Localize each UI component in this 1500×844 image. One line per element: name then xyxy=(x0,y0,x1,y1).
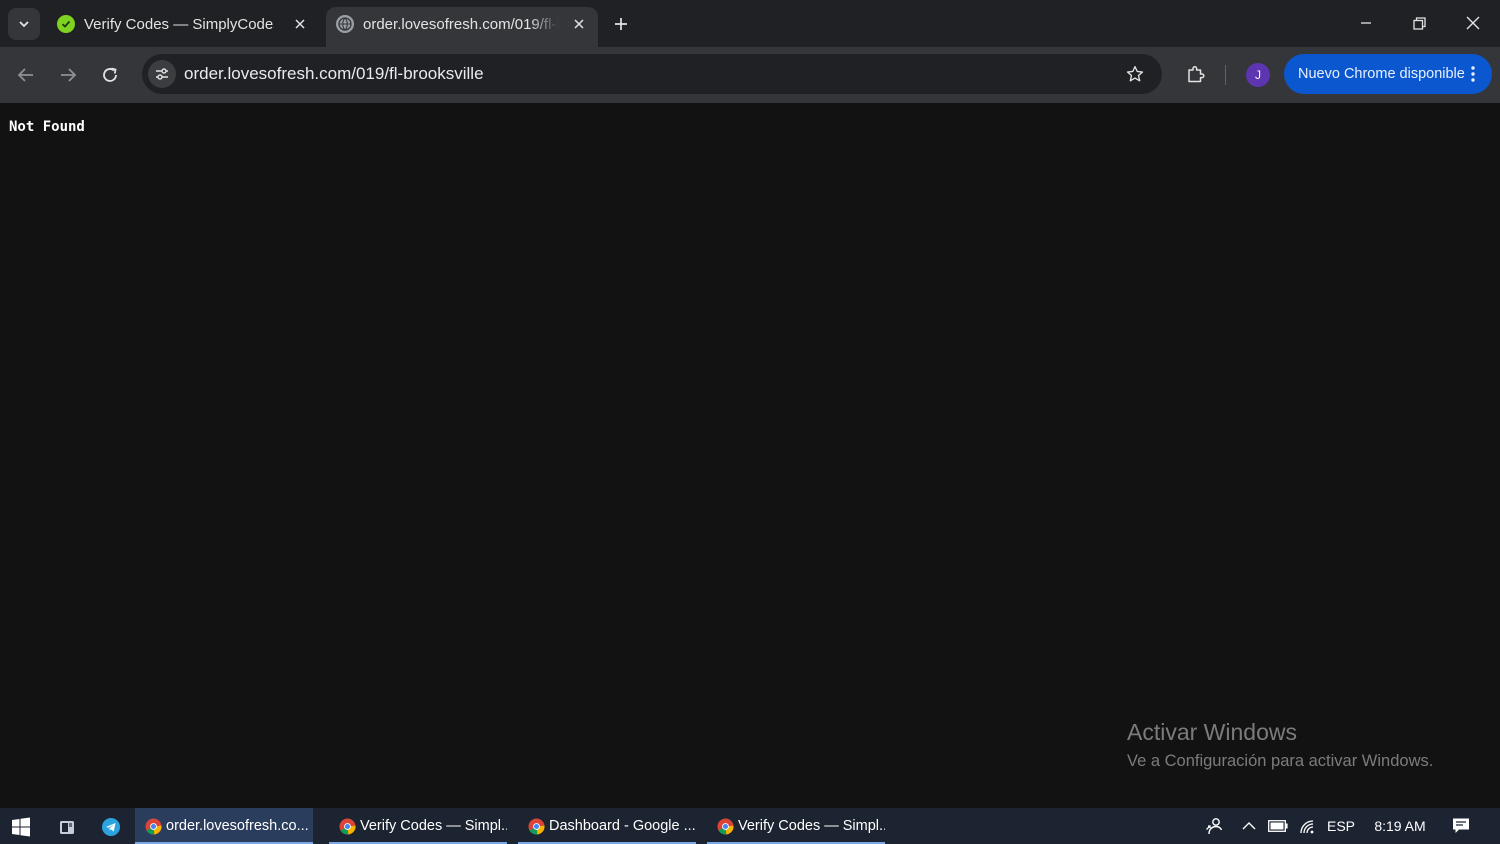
action-center-button[interactable] xyxy=(1446,808,1476,844)
battery-icon xyxy=(1268,820,1288,832)
page-content: Not Found Activar Windows Ve a Configura… xyxy=(0,103,1500,808)
close-tab-icon[interactable] xyxy=(569,14,589,34)
close-window-button[interactable] xyxy=(1457,8,1489,38)
chrome-icon xyxy=(528,817,545,835)
reload-icon xyxy=(103,67,117,82)
people-icon xyxy=(1206,818,1223,835)
taskbar-pinned-app[interactable] xyxy=(52,812,82,842)
taskbar-app-label: Dashboard - Google ... xyxy=(549,818,696,834)
back-button[interactable] xyxy=(11,60,41,90)
site-info-button[interactable] xyxy=(148,60,176,88)
taskbar-app-chrome-lovesofresh[interactable]: order.lovesofresh.co... xyxy=(135,808,313,844)
chrome-update-button[interactable]: Nuevo Chrome disponible xyxy=(1284,54,1492,94)
chrome-icon xyxy=(145,817,162,835)
windows-logo-icon xyxy=(12,817,30,837)
extensions-button[interactable] xyxy=(1181,59,1211,89)
watermark-title: Activar Windows xyxy=(1127,719,1297,745)
show-hidden-icons-button[interactable] xyxy=(1237,808,1261,844)
tab-title: order.lovesofresh.com/019/fl-brooksville xyxy=(363,16,559,33)
clock[interactable]: 8:19 AM xyxy=(1366,808,1434,844)
tab-strip: Verify Codes — SimplyCodes order.lovesof… xyxy=(0,0,1500,47)
arrow-right-icon xyxy=(61,68,77,82)
tab-title: Verify Codes — SimplyCodes xyxy=(84,16,274,33)
simplycodes-icon xyxy=(57,15,75,33)
restore-icon xyxy=(1412,16,1426,30)
input-language[interactable]: ESP xyxy=(1324,808,1358,844)
profile-avatar[interactable]: J xyxy=(1246,63,1270,87)
watermark-subtitle: Ve a Configuración para activar Windows. xyxy=(1127,752,1434,770)
taskbar-app-label: Verify Codes — Simpl... xyxy=(738,818,885,834)
new-tab-button[interactable] xyxy=(609,12,633,36)
star-icon xyxy=(1126,65,1144,82)
chrome-icon xyxy=(717,817,734,835)
tab-verify-codes[interactable]: Verify Codes — SimplyCodes xyxy=(47,7,319,47)
tune-icon xyxy=(156,68,168,80)
forward-button[interactable] xyxy=(53,60,83,90)
tab-lovesofresh[interactable]: order.lovesofresh.com/019/fl-brooksville xyxy=(326,7,598,47)
wifi-icon xyxy=(1300,820,1314,834)
toolbar-divider xyxy=(1225,65,1226,85)
address-bar[interactable]: order.lovesofresh.com/019/fl-brooksville xyxy=(142,54,1162,94)
taskbar-app-chrome-verify-codes-2[interactable]: Verify Codes — Simpl... xyxy=(707,808,885,844)
network-status[interactable] xyxy=(1294,808,1320,844)
taskbar-app-label: order.lovesofresh.co... xyxy=(166,818,309,834)
app-icon xyxy=(60,821,74,834)
battery-status[interactable] xyxy=(1265,808,1291,844)
restore-button[interactable] xyxy=(1403,8,1435,38)
not-found-message: Not Found xyxy=(9,119,85,135)
taskbar-app-label: Verify Codes — Simpl... xyxy=(360,818,507,834)
telegram-icon xyxy=(102,818,120,836)
telegram-taskbar-icon[interactable] xyxy=(96,812,126,842)
chrome-icon xyxy=(339,817,356,835)
globe-icon xyxy=(336,15,354,33)
windows-taskbar: order.lovesofresh.co... Verify Codes — S… xyxy=(0,808,1500,844)
bookmark-star-button[interactable] xyxy=(1124,63,1146,85)
browser-toolbar: order.lovesofresh.com/019/fl-brooksville… xyxy=(0,47,1500,103)
plus-icon xyxy=(615,18,627,30)
chevron-up-icon xyxy=(1242,822,1256,830)
minimize-icon xyxy=(1361,22,1371,24)
taskbar-app-chrome-verify-codes[interactable]: Verify Codes — Simpl... xyxy=(329,808,507,844)
windows-activation-watermark: Activar Windows Ve a Configuración para … xyxy=(1127,719,1433,771)
chevron-down-icon xyxy=(19,21,29,28)
start-button[interactable] xyxy=(6,812,36,842)
reload-button[interactable] xyxy=(95,60,125,90)
update-label: Nuevo Chrome disponible xyxy=(1298,66,1465,82)
notification-icon xyxy=(1453,818,1469,833)
url-text[interactable]: order.lovesofresh.com/019/fl-brooksville xyxy=(184,64,484,84)
people-button[interactable] xyxy=(1200,808,1228,844)
tab-search-button[interactable] xyxy=(8,8,40,40)
taskbar-app-chrome-dashboard[interactable]: Dashboard - Google ... xyxy=(518,808,696,844)
more-menu-icon[interactable] xyxy=(1464,64,1482,84)
minimize-button[interactable] xyxy=(1350,8,1382,38)
close-tab-icon[interactable] xyxy=(290,14,310,34)
close-icon xyxy=(1466,16,1480,30)
puzzle-icon xyxy=(1188,65,1205,83)
arrow-left-icon xyxy=(17,68,33,82)
